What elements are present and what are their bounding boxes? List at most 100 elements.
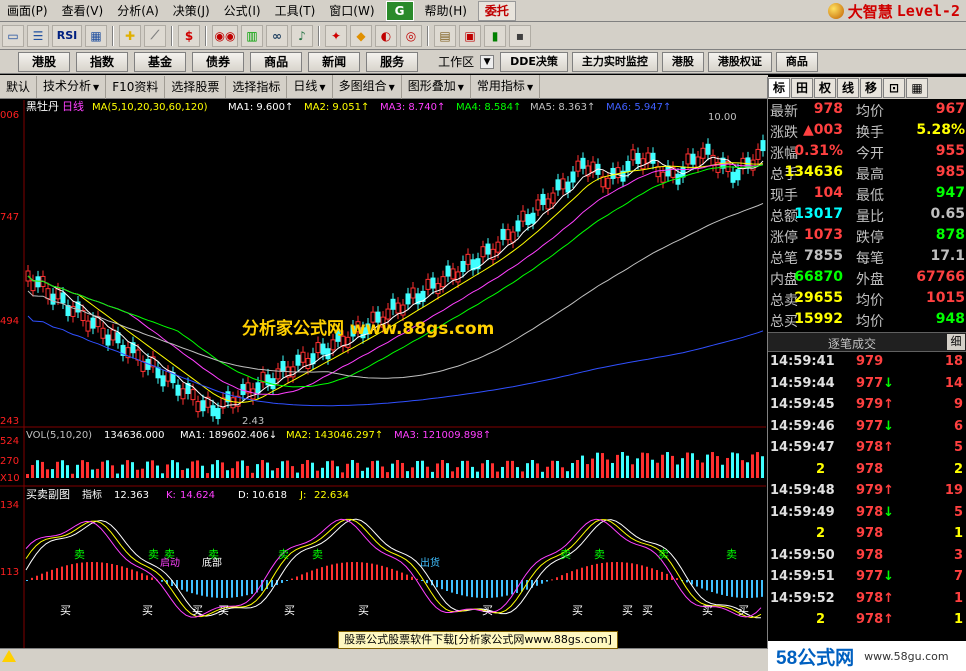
sub-histogram-bar [556, 577, 558, 580]
market-tab-hk[interactable]: 港股 [18, 51, 71, 72]
tab-main-monitor[interactable]: 主力实时监控 [571, 51, 658, 72]
ad-banner[interactable]: 股票公式股票软件下载[分析家公式网www.88gs.com] [338, 631, 618, 649]
radar-icon[interactable]: ◎ [400, 24, 422, 47]
candle-body [280, 361, 286, 373]
volume-bar [396, 460, 399, 478]
fn-f10[interactable]: F10资料 [106, 75, 166, 98]
deal-detail-button[interactable]: 细 [947, 334, 965, 350]
menu-analysis[interactable]: 分析(A) [110, 0, 166, 22]
tab-hk-2[interactable]: 港股 [661, 51, 704, 72]
book-icon[interactable]: ▤ [434, 24, 456, 47]
candle-body [685, 153, 691, 165]
pin-icon[interactable]: ✦ [325, 24, 347, 47]
sell-signal: 卖 [312, 548, 323, 561]
kline-chart-svg[interactable]: 黑牡丹 日线 MA(5,10,20,30,60,120) MA1: 9.600↑… [0, 100, 766, 648]
candle-body [110, 329, 116, 341]
volume-bar [371, 461, 374, 478]
tab-dde[interactable]: DDE决策 [500, 51, 568, 72]
kline-chart-area[interactable]: 黑牡丹 日线 MA(5,10,20,30,60,120) MA1: 9.600↑… [0, 100, 766, 648]
tab-hk-warrant[interactable]: 港股权证 [707, 51, 772, 72]
candle-body [690, 153, 696, 165]
bell-icon[interactable]: ♪ [291, 24, 313, 47]
sub-histogram-bar [496, 580, 498, 598]
chip-icon[interactable]: ▪ [509, 24, 531, 47]
ruler-icon[interactable]: ⟋ [144, 24, 166, 47]
bars-icon[interactable]: ▥ [241, 24, 263, 47]
workzone-dropdown-icon[interactable]: ▼ [480, 54, 495, 69]
panel-tab-right[interactable]: 权 [814, 78, 836, 98]
market-tab-fund[interactable]: 基金 [134, 51, 187, 72]
tab-commodity-2[interactable]: 商品 [775, 51, 818, 72]
grid-icon[interactable]: ▦ [85, 24, 107, 47]
candle-body [615, 167, 621, 179]
panel-tab-line[interactable]: 线 [837, 78, 859, 98]
market-tab-index[interactable]: 指数 [76, 51, 129, 72]
deal-row: 2 978 2 [768, 462, 966, 483]
candle-body [445, 265, 451, 277]
panel-tab-mark[interactable]: 标 [768, 78, 790, 98]
fn-select-indicator[interactable]: 选择指标 [226, 75, 288, 98]
panel-tab-window[interactable]: ⊡ [883, 78, 905, 98]
sub-histogram-bar [471, 580, 473, 598]
panel-tab-grid[interactable]: ▦ [906, 78, 928, 98]
fn-common-label: 常用指标 [476, 78, 525, 93]
volume-bar [566, 471, 569, 478]
fn-default[interactable]: 默认 [0, 75, 38, 98]
sub-histogram-bar [196, 580, 198, 595]
fn-overlay[interactable]: 图形叠加 ▼ [402, 74, 471, 99]
volume-bar [206, 473, 209, 478]
market-tab-bond[interactable]: 债券 [192, 51, 245, 72]
binoculars-icon[interactable]: ∞ [266, 24, 288, 47]
volume-bar [486, 460, 489, 478]
compass-icon[interactable]: ◐ [375, 24, 397, 47]
volume-bar [26, 474, 29, 478]
buy-signal: 买 [284, 604, 295, 617]
candle-body [535, 199, 541, 211]
fn-common-indicator[interactable]: 常用指标 ▼ [471, 74, 541, 99]
stack-icon[interactable]: ▮ [484, 24, 506, 47]
volume-bar [96, 468, 99, 478]
entrust-button[interactable]: 委托 [477, 0, 516, 21]
site-watermark: 58公式网 www.58gu.com [768, 641, 966, 671]
market-tab-news[interactable]: 新闻 [308, 51, 361, 72]
abacus-icon[interactable]: ◉◉ [212, 24, 238, 47]
volume-bar [61, 460, 64, 478]
panel-tab-move[interactable]: 移 [860, 78, 882, 98]
menu-window[interactable]: 窗口(W) [322, 0, 381, 22]
volume-bar [666, 452, 669, 478]
volume-bar [221, 462, 224, 478]
desktop-icon[interactable]: ▭ [2, 24, 24, 47]
fn-select-stock[interactable]: 选择股票 [165, 75, 227, 98]
buy-signal: 买 [218, 604, 229, 617]
menu-screen[interactable]: 画面(P) [0, 0, 55, 22]
fn-multi-chart[interactable]: 多图组合 ▼ [333, 74, 402, 99]
sub-histogram-bar [566, 573, 568, 580]
crosshair-icon[interactable]: ✚ [119, 24, 141, 47]
market-tab-commodity[interactable]: 商品 [250, 51, 303, 72]
menu-tools[interactable]: 工具(T) [268, 0, 323, 22]
menu-formula[interactable]: 公式(I) [217, 0, 268, 22]
sub-histogram-bar [476, 580, 478, 598]
menu-decision[interactable]: 决策(J) [166, 0, 217, 22]
candle-body [210, 405, 216, 417]
dollar-icon[interactable]: $ [178, 24, 200, 47]
candle-body [545, 198, 551, 210]
quote-value: 66870 [794, 269, 843, 285]
rsi-icon[interactable]: RSI [52, 24, 82, 47]
market-tab-service[interactable]: 服务 [366, 51, 419, 72]
stock-list-icon[interactable]: ☰ [27, 24, 49, 47]
fn-tech-analysis[interactable]: 技术分析 ▼ [37, 74, 107, 99]
panel-tab-field[interactable]: 田 [791, 78, 813, 98]
menu-view[interactable]: 查看(V) [55, 0, 111, 22]
screen-icon[interactable]: ▣ [459, 24, 481, 47]
volume-bar [716, 456, 719, 478]
fn-daily[interactable]: 日线 ▼ [287, 74, 333, 99]
warning-icon[interactable] [2, 650, 16, 662]
candle-body [550, 192, 556, 204]
volume-bar [546, 466, 549, 478]
menu-help[interactable]: 帮助(H) [418, 0, 474, 22]
brand-ball-icon [827, 3, 844, 19]
diamond-icon[interactable]: ◆ [350, 24, 372, 47]
volume-bar [556, 460, 559, 478]
sub-j-value: 22.634 [314, 490, 349, 501]
